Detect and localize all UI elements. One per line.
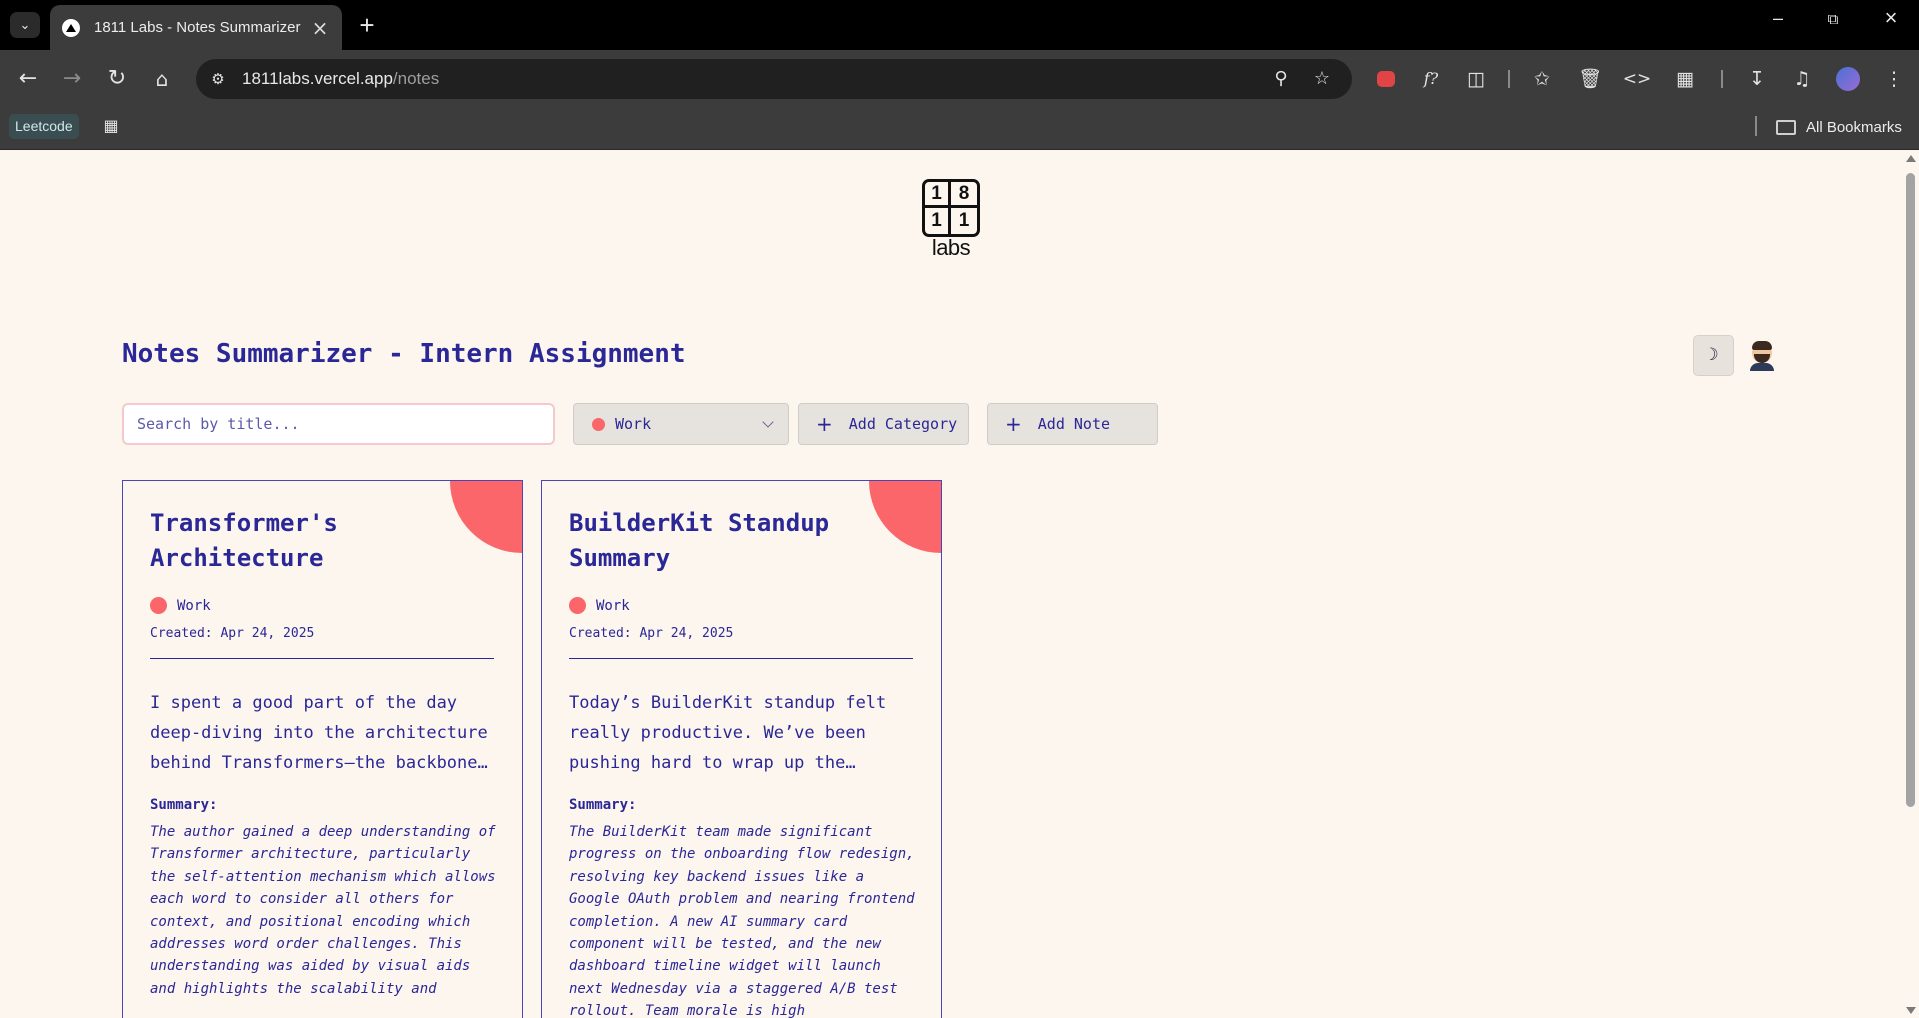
new-tab-plus-icon[interactable]: + — [352, 10, 382, 41]
tab-title: 1811 Labs - Notes Summarizer — [94, 19, 301, 36]
bookmark-star-icon[interactable]: ☆ — [1310, 67, 1334, 91]
note-title: BuilderKit Standup Summary — [569, 509, 830, 572]
add-note-button[interactable]: + Add Note — [987, 403, 1158, 445]
profile-avatar-icon[interactable] — [1836, 67, 1860, 91]
user-avatar[interactable] — [1748, 341, 1776, 371]
plus-icon: + — [816, 412, 833, 436]
download-icon[interactable]: ↧ — [1741, 63, 1773, 95]
logo-digit: 8 — [951, 182, 977, 208]
note-card[interactable]: Transformer's Architecture Work Created:… — [122, 480, 523, 1018]
url-path: /notes — [392, 69, 440, 88]
bookmarks-separator — [1755, 116, 1757, 136]
summary-label: Summary: — [569, 797, 637, 813]
category-color-dot — [569, 597, 586, 614]
labs-logo[interactable]: 1 8 1 1 labs — [922, 179, 980, 259]
reload-icon[interactable]: ↻ — [101, 63, 133, 95]
folder-icon — [1776, 119, 1796, 135]
apps-grid-icon[interactable]: ▦ — [100, 115, 122, 137]
address-bar[interactable]: ⚙ 1811labs.vercel.app/notes ⚲ ☆ — [196, 59, 1352, 99]
note-body: Today’s BuilderKit standup felt really p… — [569, 693, 887, 773]
url-text[interactable]: 1811labs.vercel.app/notes — [242, 59, 439, 99]
note-title: Transformer's Architecture — [150, 509, 338, 572]
note-created-date: Created: Apr 24, 2025 — [569, 626, 734, 641]
summary-label: Summary: — [150, 797, 218, 813]
site-info-tune-icon[interactable]: ⚙ — [206, 67, 230, 91]
chevron-down-icon — [762, 416, 774, 428]
all-bookmarks-label: All Bookmarks — [1806, 118, 1902, 136]
category-color-dot — [150, 597, 167, 614]
vercel-favicon-icon — [62, 18, 80, 37]
page-viewport: 1 8 1 1 labs Notes Summarizer - Intern A… — [0, 151, 1902, 1018]
trash-icon[interactable]: 🗑 — [1574, 63, 1606, 95]
media-queue-icon[interactable]: ♫ — [1786, 63, 1818, 95]
toolbar-separator — [1508, 70, 1510, 88]
category-color-dot — [592, 417, 605, 431]
avatar-body — [1750, 363, 1774, 371]
note-card[interactable]: BuilderKit Standup Summary Work Created:… — [541, 480, 942, 1018]
plus-icon: + — [1005, 412, 1022, 436]
category-select[interactable]: Work — [573, 403, 789, 445]
avatar-hair — [1752, 341, 1772, 350]
code-icon[interactable]: <> — [1621, 63, 1653, 95]
note-summary: The BuilderKit team made significant pro… — [569, 824, 915, 1018]
window-close-icon[interactable]: × — [1876, 5, 1906, 31]
note-category: Work — [569, 597, 630, 614]
note-category-label: Work — [596, 597, 630, 614]
tab-search-chevron-icon[interactable]: ⌄ — [10, 12, 40, 38]
theme-toggle-moon-icon[interactable]: ☽ — [1693, 335, 1734, 376]
logo-digit: 1 — [958, 210, 970, 231]
note-body: I spent a good part of the day deep-divi… — [150, 693, 488, 773]
note-created-date: Created: Apr 24, 2025 — [150, 626, 315, 641]
browser-tab[interactable]: 1811 Labs - Notes Summarizer × — [50, 5, 342, 50]
page-scrollbar[interactable] — [1902, 151, 1919, 1018]
tab-close-icon[interactable]: × — [310, 16, 330, 40]
add-category-button[interactable]: + Add Category — [798, 403, 969, 445]
home-icon[interactable]: ⌂ — [146, 63, 178, 95]
note-category-label: Work — [177, 597, 211, 614]
bookmarks-bar: Leetcode ▦ All Bookmarks — [0, 108, 1919, 150]
bookmark-leetcode[interactable]: Leetcode — [9, 114, 79, 139]
zoom-icon[interactable]: ⚲ — [1269, 67, 1293, 91]
back-arrow-icon[interactable]: ← — [12, 63, 44, 95]
toolbar-separator — [1721, 70, 1723, 88]
all-bookmarks-button[interactable]: All Bookmarks — [1776, 114, 1902, 140]
search-input[interactable] — [122, 403, 555, 445]
page-title: Notes Summarizer - Intern Assignment — [122, 339, 686, 369]
extension-red-icon[interactable] — [1377, 71, 1395, 87]
side-panel-icon[interactable]: ▦ — [1669, 63, 1701, 95]
note-summary: The author gained a deep understanding o… — [150, 824, 496, 997]
browser-toolbar: ← → ↻ ⌂ ⚙ 1811labs.vercel.app/notes ⚲ ☆ … — [0, 50, 1919, 108]
extensions-puzzle-icon[interactable]: ◫ — [1460, 63, 1492, 95]
tab-strip: ⌄ 1811 Labs - Notes Summarizer × + – ⧉ × — [0, 0, 1919, 50]
note-category: Work — [150, 597, 211, 614]
scroll-thumb[interactable] — [1906, 173, 1915, 807]
card-divider — [569, 658, 913, 659]
logo-digit: 1 — [925, 182, 951, 208]
restore-icon[interactable]: ⧉ — [1818, 11, 1848, 28]
logo-word: labs — [931, 235, 971, 260]
forward-arrow-icon[interactable]: → — [56, 63, 88, 95]
add-note-label: Add Note — [1037, 415, 1111, 433]
card-divider — [150, 658, 494, 659]
minimize-icon[interactable]: – — [1763, 8, 1793, 29]
font-extension-icon[interactable]: f? — [1415, 63, 1447, 95]
url-host: 1811labs.vercel.app — [242, 69, 393, 88]
add-category-label: Add Category — [848, 415, 958, 433]
scroll-up-arrow-icon[interactable] — [1906, 155, 1916, 162]
scroll-down-arrow-icon[interactable] — [1906, 1007, 1916, 1014]
reading-list-star-icon[interactable]: ✩ — [1526, 63, 1558, 95]
category-select-value: Work — [615, 415, 652, 433]
menu-dots-icon[interactable]: ⋮ — [1878, 63, 1910, 95]
logo-digit: 1 — [925, 208, 951, 234]
logo-grid: 1 8 1 1 — [922, 179, 980, 237]
